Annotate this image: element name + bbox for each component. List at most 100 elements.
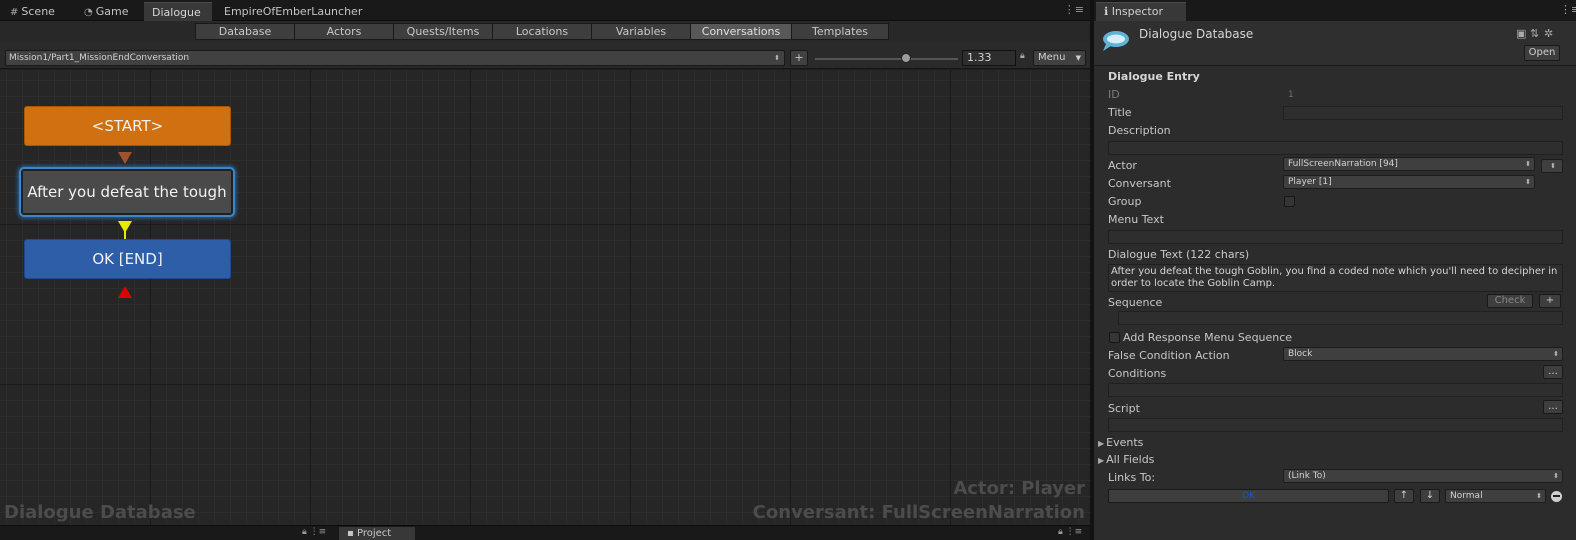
conversation-dropdown[interactable]: Mission1/Part1_MissionEndConversation ⬍ xyxy=(5,50,785,66)
tab-locations[interactable]: Locations xyxy=(492,23,592,40)
updown-arrow-icon: ⬍ xyxy=(1525,160,1531,168)
all-fields-foldout[interactable]: ▶ All Fields xyxy=(1098,453,1154,466)
section-title: Dialogue Entry xyxy=(1108,70,1200,83)
open-button[interactable]: Open xyxy=(1524,45,1560,61)
red-arrow-icon xyxy=(118,286,132,298)
triangle-right-icon: ▶ xyxy=(1098,439,1105,448)
false-condition-dropdown[interactable]: Block ⬍ xyxy=(1283,347,1563,361)
conversation-toolbar: Mission1/Part1_MissionEndConversation ⬍ +… xyxy=(0,41,1090,69)
tab-menu-icon[interactable]: ⋮≡ xyxy=(1560,3,1576,16)
lock-icon[interactable]: 🔒︎ ⋮≡ xyxy=(1058,527,1082,537)
help-book-icon[interactable]: ▣ xyxy=(1516,27,1526,40)
actor-watermark: Actor: Player xyxy=(953,478,1085,499)
tab-game[interactable]: ◔ Game xyxy=(76,2,136,21)
tab-label: Scene xyxy=(21,5,55,18)
bottom-panel-bar: 🔒︎ ⋮≡ ▪ Project 🔒︎ ⋮≡ xyxy=(0,525,1090,540)
description-field[interactable] xyxy=(1108,141,1563,155)
description-label: Description xyxy=(1108,124,1171,137)
conditions-field[interactable] xyxy=(1108,383,1563,397)
gear-icon[interactable]: ✲ xyxy=(1544,27,1553,40)
link-ok-button[interactable]: OK xyxy=(1108,489,1389,503)
tab-quests-items[interactable]: Quests/Items xyxy=(393,23,493,40)
info-icon: ℹ xyxy=(1104,5,1112,18)
zoom-slider-handle[interactable] xyxy=(901,53,911,63)
title-label: Title xyxy=(1108,106,1132,119)
updown-arrow-icon: ⬍ xyxy=(1550,162,1556,170)
tab-label: Dialogue xyxy=(152,6,201,19)
link-arrow-icon xyxy=(118,221,132,233)
lock-icon[interactable]: 🔒︎ xyxy=(1020,51,1025,61)
actor-options-button[interactable]: ⬍ xyxy=(1541,159,1563,173)
node-canvas[interactable]: <START> After you defeat the tough OK [E… xyxy=(0,70,1090,525)
conversant-dropdown[interactable]: Player [1] ⬍ xyxy=(1283,175,1535,189)
tab-menu-icon[interactable]: ⋮≡ xyxy=(1064,3,1084,16)
script-field[interactable] xyxy=(1108,418,1563,432)
add-conversation-button[interactable]: + xyxy=(790,50,808,66)
links-to-label: Links To: xyxy=(1108,471,1156,484)
end-node[interactable]: OK [END] xyxy=(24,239,231,279)
database-tabs: Database Actors Quests/Items Locations V… xyxy=(0,21,1090,41)
menu-button[interactable]: Menu ▼ xyxy=(1033,50,1086,66)
add-response-checkbox[interactable] xyxy=(1109,332,1120,343)
inspector-header: Dialogue Database ▣ ⇅ ✲ Open xyxy=(1094,21,1576,66)
inspector-title: Dialogue Database xyxy=(1139,27,1254,41)
folder-icon: ▪ xyxy=(347,528,357,539)
group-label: Group xyxy=(1108,195,1142,208)
tab-scene[interactable]: # Scene xyxy=(2,2,63,21)
conditions-edit-button[interactable]: ... xyxy=(1543,365,1563,379)
actor-label: Actor xyxy=(1108,159,1137,172)
window-tab-bar: # Scene ◔ Game Dialogue EmpireOfEmberLaunc… xyxy=(0,0,1090,21)
updown-arrow-icon: ⬍ xyxy=(774,54,780,62)
conversation-name: Mission1/Part1_MissionEndConversation xyxy=(9,53,190,63)
menu-text-field[interactable] xyxy=(1108,230,1563,244)
updown-arrow-icon: ⬍ xyxy=(1553,472,1559,480)
tab-inspector[interactable]: ℹ Inspector xyxy=(1096,2,1186,21)
move-down-button[interactable]: ↓ xyxy=(1420,489,1440,503)
start-node[interactable]: <START> xyxy=(24,106,231,146)
dialogue-node[interactable]: After you defeat the tough xyxy=(21,169,233,215)
link-priority-dropdown[interactable]: Normal ⬍ xyxy=(1445,489,1546,503)
title-field[interactable] xyxy=(1283,106,1563,120)
dialogue-text-label: Dialogue Text (122 chars) xyxy=(1108,248,1250,261)
tab-database[interactable]: Database xyxy=(195,23,295,40)
dialogue-text-field[interactable]: After you defeat the tough Goblin, you f… xyxy=(1108,264,1563,292)
tab-conversations[interactable]: Conversations xyxy=(690,23,792,40)
tab-actors[interactable]: Actors xyxy=(294,23,394,40)
dialogue-editor: # Scene ◔ Game Dialogue EmpireOfEmberLaunc… xyxy=(0,0,1090,540)
conversant-watermark: Conversant: FullScreenNarration xyxy=(752,502,1085,523)
id-field: 1 xyxy=(1288,90,1294,100)
events-label: Events xyxy=(1106,436,1144,449)
tab-variables[interactable]: Variables xyxy=(591,23,691,40)
events-foldout[interactable]: ▶ Events xyxy=(1098,436,1143,449)
zoom-slider[interactable] xyxy=(815,58,958,60)
move-up-button[interactable]: ↑ xyxy=(1394,489,1414,503)
sequence-field[interactable] xyxy=(1118,311,1563,325)
chevron-down-icon: ▼ xyxy=(1075,54,1081,62)
actor-value: FullScreenNarration [94] xyxy=(1288,159,1398,169)
preset-icon[interactable]: ⇅ xyxy=(1530,27,1539,40)
check-button[interactable]: Check xyxy=(1487,294,1533,308)
tab-empire-launcher[interactable]: EmpireOfEmberLauncher xyxy=(216,2,370,21)
link-priority-value: Normal xyxy=(1450,491,1483,501)
group-checkbox[interactable] xyxy=(1284,196,1295,207)
all-fields-label: All Fields xyxy=(1106,453,1155,466)
links-to-dropdown[interactable]: (Link To) ⬍ xyxy=(1283,469,1563,483)
sequence-add-button[interactable]: + xyxy=(1539,294,1561,308)
inspector-tab-bar: ℹ Inspector ⋮≡ xyxy=(1094,0,1576,21)
tab-project[interactable]: ▪ Project xyxy=(339,527,415,540)
conditions-label: Conditions xyxy=(1108,367,1167,380)
actor-dropdown[interactable]: FullScreenNarration [94] ⬍ xyxy=(1283,157,1535,171)
conversant-value: Player [1] xyxy=(1288,177,1332,187)
hash-grid-icon: # xyxy=(10,7,19,18)
pacman-icon: ◔ xyxy=(84,7,93,18)
tab-label: Project xyxy=(356,528,392,539)
database-watermark: Dialogue Database xyxy=(4,502,196,523)
lock-icon[interactable]: 🔒︎ ⋮≡ xyxy=(302,527,326,537)
tab-dialogue[interactable]: Dialogue xyxy=(144,2,212,21)
zoom-field[interactable]: 1.33 xyxy=(962,50,1016,66)
tab-templates[interactable]: Templates xyxy=(791,23,889,40)
script-edit-button[interactable]: ... xyxy=(1543,400,1563,414)
remove-link-icon[interactable] xyxy=(1551,491,1562,502)
tab-label: Game xyxy=(95,5,129,18)
false-condition-label: False Condition Action xyxy=(1108,349,1230,362)
